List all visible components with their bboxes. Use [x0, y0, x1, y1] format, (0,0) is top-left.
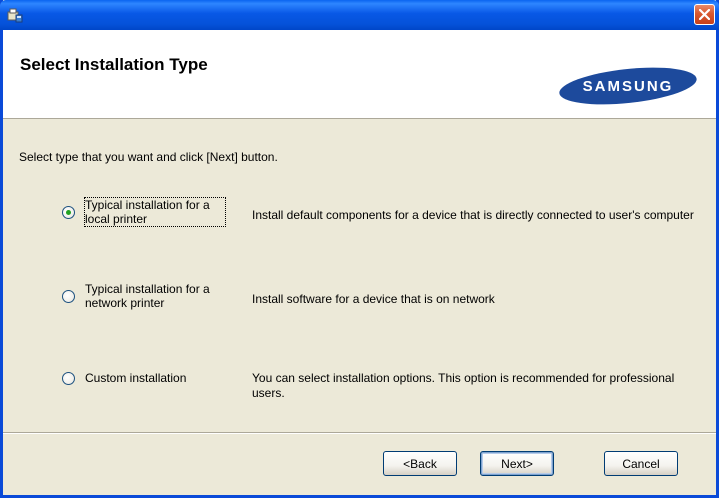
close-button[interactable] — [694, 4, 715, 25]
radio-selected-dot — [66, 210, 71, 215]
radio-custom[interactable] — [62, 372, 75, 385]
page-title: Select Installation Type — [20, 55, 208, 74]
cancel-button[interactable]: Cancel — [604, 451, 678, 476]
option-custom[interactable]: Custom installation You can select insta… — [3, 365, 716, 415]
radio-network-printer[interactable] — [62, 290, 75, 303]
option-label-local-printer[interactable]: Typical installation for a local printer — [84, 197, 226, 227]
back-button[interactable]: <Back — [383, 451, 457, 476]
option-desc-local-printer: Install default components for a device … — [252, 208, 694, 222]
installer-window: Select Installation Type SAMSUNG Select … — [0, 0, 719, 498]
next-button[interactable]: Next> — [480, 451, 554, 476]
radio-local-printer[interactable] — [62, 206, 75, 219]
footer-divider-highlight — [3, 433, 716, 434]
option-local-printer[interactable]: Typical installation for a local printer… — [3, 195, 716, 245]
option-network-printer[interactable]: Typical installation for a network print… — [3, 279, 716, 329]
samsung-logo: SAMSUNG — [559, 67, 697, 105]
option-label-custom[interactable]: Custom installation — [85, 371, 225, 385]
option-desc-network-printer: Install software for a device that is on… — [252, 292, 495, 306]
option-label-network-printer[interactable]: Typical installation for a network print… — [85, 282, 225, 310]
logo-text: SAMSUNG — [583, 78, 674, 95]
installer-app-icon — [7, 8, 23, 23]
close-icon — [699, 9, 710, 20]
header-panel: Select Installation Type SAMSUNG — [3, 30, 716, 119]
instructions-text: Select type that you want and click [Nex… — [19, 150, 278, 164]
option-desc-custom: You can select installation options. Thi… — [252, 371, 675, 400]
title-bar[interactable] — [0, 0, 719, 30]
